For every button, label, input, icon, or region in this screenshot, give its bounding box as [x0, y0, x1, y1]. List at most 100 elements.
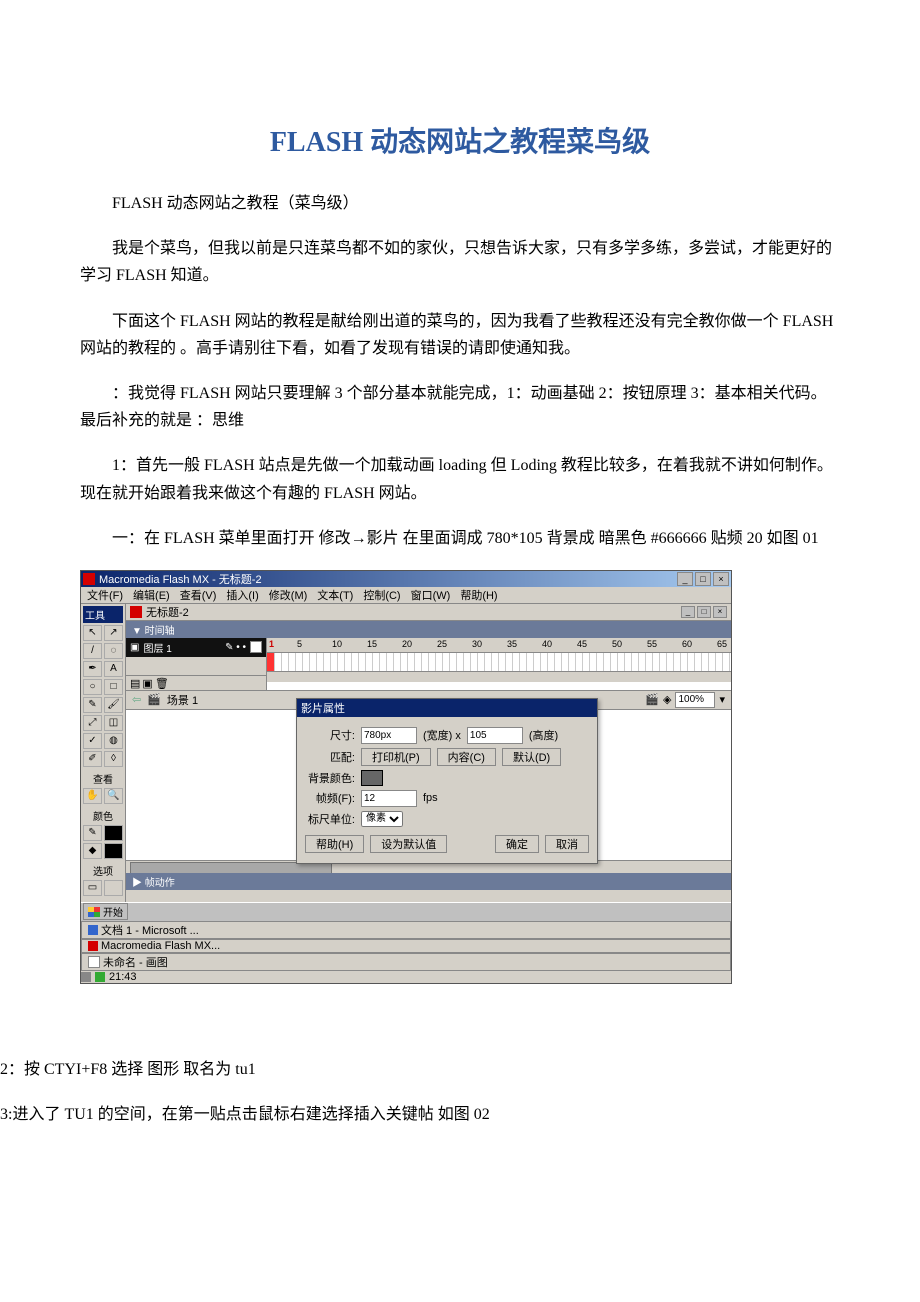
- doc-icon: [130, 606, 142, 618]
- tray-icon[interactable]: [81, 972, 91, 982]
- app-titlebar: Macromedia Flash MX - 无标题-2 _ □ ×: [81, 571, 731, 587]
- edit-scene-icon[interactable]: 🎬: [645, 693, 659, 706]
- stroke-swatch[interactable]: [104, 825, 123, 841]
- bg-color-swatch[interactable]: [361, 770, 383, 786]
- paragraph: 2：按 CTYI+F8 选择 图形 取名为 tu1: [0, 1056, 920, 1083]
- paragraph: ：我觉得 FLASH 网站只要理解 3 个部分基本就能完成，1：动画基础 2：按…: [80, 380, 840, 434]
- actions-panel-header[interactable]: ▶ 帧动作: [126, 873, 731, 890]
- minimize-button[interactable]: _: [677, 572, 693, 586]
- ruler-unit-select[interactable]: 像素: [361, 811, 403, 827]
- brush-tool-icon[interactable]: 🖌: [104, 697, 123, 713]
- start-label: 开始: [103, 904, 123, 919]
- edit-symbol-icon[interactable]: ◈: [663, 693, 671, 706]
- app-title: Macromedia Flash MX - 无标题-2: [99, 571, 262, 587]
- timeline-scrollbar[interactable]: [267, 671, 731, 682]
- doc-minimize-button[interactable]: _: [681, 606, 695, 618]
- zoom-tool-icon[interactable]: 🔍: [104, 788, 123, 804]
- width-field[interactable]: [361, 727, 417, 744]
- stroke-color-icon[interactable]: ✎: [83, 825, 102, 841]
- option-icon[interactable]: ▭: [83, 880, 102, 896]
- close-button[interactable]: ×: [713, 572, 729, 586]
- menu-help[interactable]: 帮助(H): [460, 587, 497, 603]
- fill-swatch[interactable]: [104, 843, 123, 859]
- paragraph: 3:进入了 TU1 的空间，在第一贴点击鼠标右建选择插入关键帖 如图 02: [0, 1101, 920, 1128]
- document-tab: 无标题-2 _ □ ×: [126, 604, 731, 621]
- ok-button[interactable]: 确定: [495, 835, 539, 853]
- paragraph: 下面这个 FLASH 网站的教程是献给刚出道的菜鸟的，因为我看了些教程还没有完全…: [80, 308, 840, 362]
- zoom-field[interactable]: [675, 692, 715, 708]
- doc-maximize-button[interactable]: □: [697, 606, 711, 618]
- doc-close-button[interactable]: ×: [713, 606, 727, 618]
- maximize-button[interactable]: □: [695, 572, 711, 586]
- view-label: 查看: [83, 771, 123, 786]
- cancel-button[interactable]: 取消: [545, 835, 589, 853]
- fill-transform-tool-icon[interactable]: ◫: [104, 715, 123, 731]
- delete-layer-icon[interactable]: 🗑: [155, 677, 169, 689]
- keyframe-1[interactable]: [267, 653, 274, 671]
- set-default-button[interactable]: 设为默认值: [370, 835, 447, 853]
- match-printer-button[interactable]: 打印机(P): [361, 748, 431, 766]
- paragraph: 1：首先一般 FLASH 站点是先做一个加载动画 loading 但 Lodin…: [80, 452, 840, 506]
- menu-modify[interactable]: 修改(M): [269, 587, 308, 603]
- timeline: ▣ 图层 1 ✎ • • ▤ ▣ 🗑: [126, 638, 731, 691]
- taskbar-item-flash[interactable]: Macromedia Flash MX...: [81, 939, 731, 953]
- subselect-tool-icon[interactable]: ↗: [104, 625, 123, 641]
- layer-name: 图层 1: [143, 640, 171, 655]
- add-layer-icon[interactable]: ▤: [130, 677, 140, 689]
- height-field[interactable]: [467, 727, 523, 744]
- pencil-tool-icon[interactable]: ✎: [83, 697, 102, 713]
- timeline-frames[interactable]: [267, 653, 731, 671]
- paragraph: 一：在 FLASH 菜单里面打开 修改→影片 在里面调成 780*105 背景成…: [80, 525, 840, 552]
- tray-icon[interactable]: [95, 972, 105, 982]
- eraser-tool-icon[interactable]: ◊: [104, 751, 123, 767]
- layer-row[interactable]: ▣ 图层 1 ✎ • •: [126, 638, 266, 657]
- menu-view[interactable]: 查看(V): [180, 587, 217, 603]
- oval-tool-icon[interactable]: ○: [83, 679, 102, 695]
- hand-tool-icon[interactable]: ✋: [83, 788, 102, 804]
- taskbar-item-word[interactable]: 文档 1 - Microsoft ...: [81, 921, 731, 939]
- match-content-button[interactable]: 内容(C): [437, 748, 496, 766]
- bg-label: 背景颜色:: [305, 770, 355, 786]
- app-icon: [83, 573, 95, 585]
- option-icon[interactable]: [104, 880, 123, 896]
- pen-tool-icon[interactable]: ✒: [83, 661, 102, 677]
- page-title: FLASH 动态网站之教程菜鸟级: [80, 120, 840, 160]
- fps-field[interactable]: [361, 790, 417, 807]
- start-button[interactable]: 开始: [83, 903, 128, 920]
- fill-color-icon[interactable]: ◆: [83, 843, 102, 859]
- color-label: 颜色: [83, 808, 123, 823]
- menu-edit[interactable]: 编辑(E): [133, 587, 170, 603]
- text-tool-icon[interactable]: A: [104, 661, 123, 677]
- scene-icon: 🎬: [147, 693, 161, 706]
- ruler-unit-label: 标尺单位:: [305, 811, 355, 827]
- menu-text[interactable]: 文本(T): [317, 587, 353, 603]
- match-default-button[interactable]: 默认(D): [502, 748, 561, 766]
- add-folder-icon[interactable]: ▣: [142, 677, 152, 689]
- dialog-title: 影片属性: [297, 699, 597, 717]
- back-icon[interactable]: ⇦: [132, 693, 141, 706]
- timeline-header[interactable]: ▼ 时间轴: [126, 621, 731, 638]
- zoom-dropdown-icon[interactable]: ▾: [719, 693, 725, 706]
- menu-window[interactable]: 窗口(W): [411, 587, 451, 603]
- line-tool-icon[interactable]: /: [83, 643, 102, 659]
- transform-tool-icon[interactable]: ⤢: [83, 715, 102, 731]
- eyedropper-tool-icon[interactable]: ✐: [83, 751, 102, 767]
- movie-properties-dialog: 影片属性 尺寸: (宽度) x (高度) 匹配: 打印: [296, 698, 598, 864]
- flash-screenshot: Macromedia Flash MX - 无标题-2 _ □ × 文件(F) …: [80, 570, 732, 984]
- lasso-tool-icon[interactable]: ◌: [104, 643, 123, 659]
- menu-insert[interactable]: 插入(I): [226, 587, 258, 603]
- taskbar: 开始: [81, 902, 731, 921]
- match-label: 匹配:: [305, 749, 355, 765]
- bucket-tool-icon[interactable]: ◍: [104, 733, 123, 749]
- menu-file[interactable]: 文件(F): [87, 587, 123, 603]
- help-button[interactable]: 帮助(H): [305, 835, 364, 853]
- tools-label: 工具: [83, 606, 123, 623]
- paragraph: 我是个菜鸟，但我以前是只连菜鸟都不如的家伙，只想告诉大家，只有多学多练，多尝试，…: [80, 235, 840, 289]
- stage: 影片属性 尺寸: (宽度) x (高度) 匹配: 打印: [126, 710, 731, 860]
- rect-tool-icon[interactable]: □: [104, 679, 123, 695]
- clock: 21:43: [109, 971, 137, 983]
- menu-control[interactable]: 控制(C): [363, 587, 400, 603]
- ink-tool-icon[interactable]: ✓: [83, 733, 102, 749]
- taskbar-item-paint[interactable]: 未命名 - 画图: [81, 953, 731, 971]
- arrow-tool-icon[interactable]: ↖: [83, 625, 102, 641]
